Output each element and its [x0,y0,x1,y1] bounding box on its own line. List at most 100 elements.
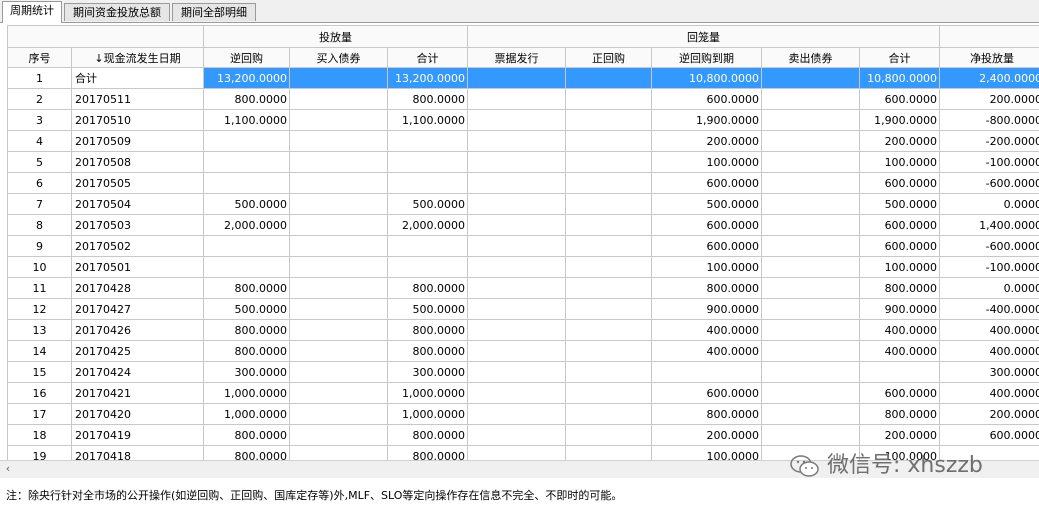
cell-reverse-repo-due[interactable]: 1,900.0000 [651,109,763,131]
cell-net-invest[interactable]: -600.0000 [939,235,1039,257]
cell-sell-bonds[interactable] [761,340,861,362]
table-row[interactable]: 5 20170508 100.0000 100.0000 -100.0000 [7,151,1039,173]
cell-reverse-repo-due[interactable]: 800.0000 [651,403,763,425]
cell-reverse-repo-due[interactable]: 200.0000 [651,130,763,152]
cell-subtotal-withdraw[interactable]: 400.0000 [859,340,941,362]
cell-date[interactable]: 20170424 [71,361,204,383]
cell-repo[interactable] [565,382,653,404]
table-row[interactable]: 10 20170501 100.0000 100.0000 -100.0000 [7,256,1039,278]
cell-net-invest[interactable]: -600.0000 [939,172,1039,194]
cell-reverse-repo[interactable]: 500.0000 [203,298,290,320]
cell-reverse-repo-due[interactable] [651,361,763,383]
cell-subtotal-withdraw[interactable]: 600.0000 [859,88,941,110]
cell-seq[interactable]: 1 [7,67,72,89]
cell-bill-issue[interactable] [467,445,567,460]
cell-subtotal-invest[interactable]: 800.0000 [386,445,469,460]
cell-subtotal-withdraw[interactable]: 900.0000 [859,298,941,320]
cell-buy-bonds[interactable] [289,298,388,320]
cell-buy-bonds[interactable] [289,67,388,89]
cell-net-invest[interactable]: 200.0000 [939,88,1039,110]
cell-repo[interactable] [565,109,653,131]
cell-buy-bonds[interactable] [289,172,388,194]
cell-repo[interactable] [565,298,653,320]
cell-reverse-repo[interactable] [203,256,290,278]
cell-subtotal-withdraw[interactable]: 1,900.0000 [859,109,941,131]
cell-sell-bonds[interactable] [761,256,861,278]
cell-reverse-repo[interactable] [203,151,290,173]
cell-seq[interactable]: 5 [7,151,72,173]
cell-sell-bonds[interactable] [761,130,861,152]
cell-date[interactable]: 20170505 [71,172,204,194]
cell-repo[interactable] [565,340,653,362]
header-sell-bonds[interactable]: 卖出债券 [761,47,861,68]
cell-bill-issue[interactable] [467,277,567,299]
cell-net-invest[interactable]: 400.0000 [939,382,1039,404]
cell-bill-issue[interactable] [467,256,567,278]
cell-net-invest[interactable]: 300.0000 [939,361,1039,383]
cell-subtotal-invest[interactable]: 1,100.0000 [386,109,469,131]
cell-date[interactable]: 20170504 [71,193,204,215]
cell-seq[interactable]: 11 [7,277,72,299]
cell-repo[interactable] [565,319,653,341]
table-row[interactable]: 4 20170509 200.0000 200.0000 -200.0000 [7,130,1039,152]
table-row[interactable]: 16 20170421 1,000.0000 1,000.0000 600.0000 60… [7,382,1039,404]
cell-reverse-repo[interactable]: 2,000.0000 [203,214,290,236]
cell-subtotal-invest[interactable]: 13,200.0000 [386,67,469,89]
cell-repo[interactable] [565,235,653,257]
cell-bill-issue[interactable] [467,151,567,173]
cell-date[interactable]: 20170502 [71,235,204,257]
cell-sell-bonds[interactable] [761,382,861,404]
header-net-invest[interactable]: 净投放量 [939,47,1039,68]
tab-period-investment-total[interactable]: 期间资金投放总额 [64,3,170,21]
cell-subtotal-invest[interactable]: 800.0000 [386,277,469,299]
cell-seq[interactable]: 7 [7,193,72,215]
cell-net-invest[interactable]: -100.0000 [939,151,1039,173]
header-seq[interactable]: 序号 [7,47,72,68]
cell-reverse-repo[interactable]: 1,100.0000 [203,109,290,131]
cell-reverse-repo[interactable]: 800.0000 [203,445,290,460]
table-row[interactable]: 18 20170419 800.0000 800.0000 200.0000 200.00… [7,424,1039,446]
cell-subtotal-invest[interactable] [386,235,469,257]
header-buy-bonds[interactable]: 买入债券 [289,47,388,68]
cell-seq[interactable]: 13 [7,319,72,341]
cell-reverse-repo[interactable]: 800.0000 [203,424,290,446]
cell-repo[interactable] [565,88,653,110]
cell-date[interactable]: 合计 [71,67,204,89]
cell-date[interactable]: 20170509 [71,130,204,152]
cell-subtotal-withdraw[interactable]: 10,800.0000 [859,67,941,89]
cell-net-invest[interactable]: 600.0000 [939,424,1039,446]
table-row[interactable]: 13 20170426 800.0000 800.0000 400.0000 400.00… [7,319,1039,341]
cell-bill-issue[interactable] [467,424,567,446]
cell-reverse-repo-due[interactable]: 600.0000 [651,172,763,194]
cell-seq[interactable]: 17 [7,403,72,425]
cell-subtotal-withdraw[interactable]: 600.0000 [859,172,941,194]
cell-reverse-repo-due[interactable]: 100.0000 [651,256,763,278]
table-row[interactable]: 14 20170425 800.0000 800.0000 400.0000 400.00… [7,340,1039,362]
cell-reverse-repo-due[interactable]: 600.0000 [651,88,763,110]
cell-buy-bonds[interactable] [289,130,388,152]
header-subtotal-invest[interactable]: 合计 [386,47,469,68]
cell-reverse-repo-due[interactable]: 600.0000 [651,214,763,236]
cell-seq[interactable]: 12 [7,298,72,320]
cell-date[interactable]: 20170419 [71,424,204,446]
cell-sell-bonds[interactable] [761,67,861,89]
header-subtotal-withdraw[interactable]: 合计 [859,47,941,68]
cell-subtotal-invest[interactable] [386,130,469,152]
cell-buy-bonds[interactable] [289,319,388,341]
cell-reverse-repo-due[interactable]: 100.0000 [651,445,763,460]
cell-reverse-repo-due[interactable]: 600.0000 [651,382,763,404]
cell-date[interactable]: 20170501 [71,256,204,278]
cell-reverse-repo[interactable] [203,130,290,152]
cell-reverse-repo[interactable]: 800.0000 [203,88,290,110]
cell-seq[interactable]: 16 [7,382,72,404]
cell-seq[interactable]: 18 [7,424,72,446]
header-bill-issue[interactable]: 票据发行 [467,47,567,68]
cell-date[interactable]: 20170428 [71,277,204,299]
cell-seq[interactable]: 15 [7,361,72,383]
cell-subtotal-withdraw[interactable]: 500.0000 [859,193,941,215]
cell-sell-bonds[interactable] [761,151,861,173]
cell-sell-bonds[interactable] [761,172,861,194]
cell-net-invest[interactable]: 0.0000 [939,277,1039,299]
cell-date[interactable]: 20170426 [71,319,204,341]
cell-subtotal-invest[interactable]: 800.0000 [386,319,469,341]
